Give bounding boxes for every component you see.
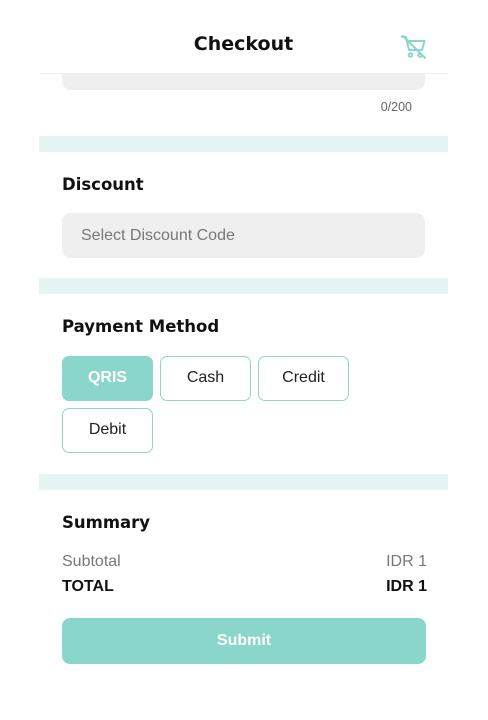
section-divider (39, 474, 448, 490)
page-title: Checkout (193, 33, 294, 55)
subtotal-value: IDR 1 (386, 553, 427, 570)
payment-option-cash[interactable]: Cash (160, 356, 251, 401)
total-value: IDR 1 (386, 578, 427, 595)
submit-button[interactable]: Submit (62, 618, 426, 664)
summary-heading: Summary (62, 513, 151, 532)
discount-code-select[interactable]: Select Discount Code (62, 213, 425, 258)
notes-character-counter: 0/200 (380, 100, 412, 114)
payment-method-heading: Payment Method (62, 317, 220, 336)
discount-heading: Discount (62, 175, 144, 194)
cart-off-icon[interactable] (400, 33, 428, 61)
subtotal-label: Subtotal (62, 553, 121, 570)
section-divider (39, 136, 448, 152)
section-divider (39, 278, 448, 294)
payment-option-credit[interactable]: Credit (258, 356, 349, 401)
payment-option-qris[interactable]: QRIS (62, 356, 153, 401)
checkout-page: Checkout 0/200 Discount Select Discount … (39, 0, 448, 720)
total-label: TOTAL (62, 578, 114, 595)
payment-option-debit[interactable]: Debit (62, 408, 153, 453)
header: Checkout (39, 0, 448, 74)
